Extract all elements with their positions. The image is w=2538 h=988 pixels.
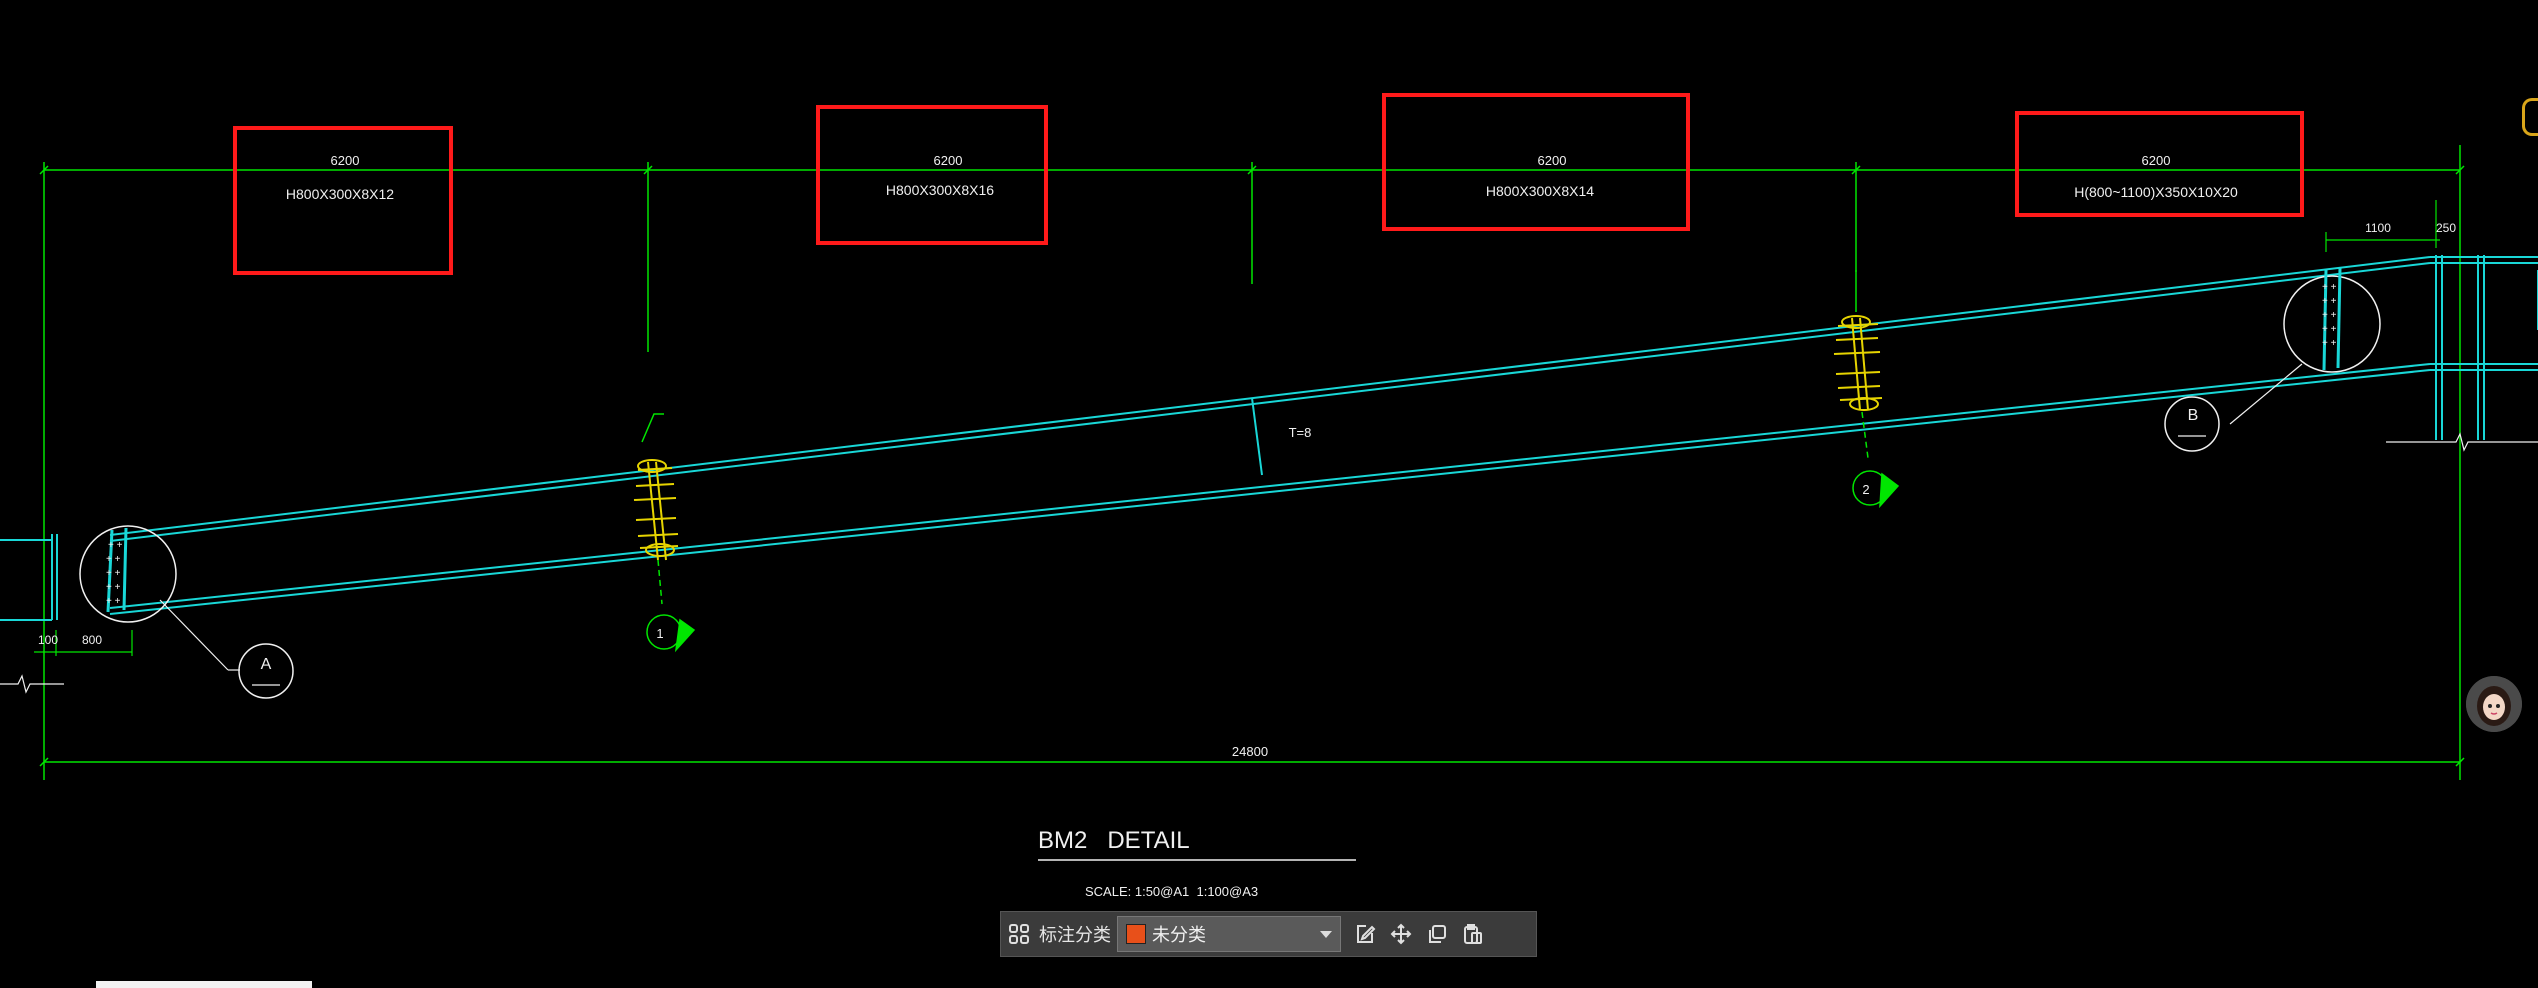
grid-menu-button[interactable]	[1001, 916, 1037, 952]
right-dim-2: 250	[2436, 221, 2456, 235]
avatar-icon	[2466, 676, 2522, 732]
annotation-toolbar: 标注分类 未分类	[1000, 911, 1537, 957]
annotation-category-label: 标注分类	[1039, 925, 1111, 946]
paste-button[interactable]	[1455, 916, 1491, 952]
span-text-1: 6200	[331, 153, 360, 168]
section-cut-2	[1852, 270, 1900, 509]
right-break-line	[2386, 432, 2538, 452]
category-select-value: 未分类	[1152, 925, 1206, 946]
detail-label-b: B	[2188, 407, 2199, 424]
highlight-box-2	[816, 105, 1048, 245]
paste-icon	[1464, 924, 1482, 944]
move-button[interactable]	[1383, 916, 1419, 952]
category-select[interactable]: 未分类	[1117, 916, 1341, 952]
assistant-avatar[interactable]	[2466, 676, 2522, 732]
svg-text:+ +: + +	[2322, 310, 2337, 321]
svg-text:+ +: + +	[2322, 338, 2337, 349]
svg-text:+ +: + +	[106, 554, 121, 565]
svg-text:+ +: + +	[2322, 282, 2337, 293]
section-cut-1	[641, 413, 696, 653]
copy-button[interactable]	[1419, 916, 1455, 952]
section-label-1: H800X300X8X12	[286, 186, 394, 202]
total-span-text: 24800	[1232, 744, 1268, 759]
bottom-status-strip	[96, 981, 312, 988]
section-label-4: H(800~1100)X350X10X20	[2074, 184, 2238, 200]
chevron-down-icon	[1320, 931, 1332, 938]
category-color-swatch	[1126, 924, 1146, 944]
span-text-4: 6200	[2142, 153, 2171, 168]
svg-text:+ +: + +	[106, 568, 121, 579]
highlight-box-3	[1382, 93, 1690, 231]
copy-icon	[1429, 925, 1446, 943]
grid-icon	[1009, 924, 1029, 944]
drawing-title: BM2 DETAIL	[1038, 827, 1190, 854]
section-mark-2: 2	[1862, 482, 1869, 497]
detail-label-a: A	[261, 656, 272, 673]
svg-text:+ +: + +	[106, 596, 121, 607]
bottom-dimension-line	[39, 757, 2465, 767]
move-icon	[1390, 923, 1412, 945]
top-right-partial-icon[interactable]	[2522, 98, 2538, 136]
left-dim-1: 100	[38, 633, 58, 647]
svg-text:+ +: + +	[106, 582, 121, 593]
highlight-boxes	[233, 93, 2304, 275]
right-dim-1: 1100	[2365, 221, 2391, 235]
edit-button[interactable]	[1347, 916, 1383, 952]
section-label-3: H800X300X8X14	[1486, 183, 1594, 199]
top-dimension-line	[39, 145, 2465, 780]
svg-text:+ +: + +	[2322, 296, 2337, 307]
span-text-2: 6200	[934, 153, 963, 168]
section-label-2: H800X300X8X16	[886, 182, 994, 198]
svg-text:+ +: + +	[108, 540, 123, 551]
plate-label: T=8	[1289, 425, 1312, 440]
cad-canvas[interactable]: 6200 6200 6200 6200 H800X300X8X12 H800X3…	[0, 0, 2538, 988]
edit-icon	[1357, 925, 1376, 943]
section-mark-1: 1	[656, 626, 663, 641]
left-break-line	[0, 674, 64, 694]
left-dim-2: 800	[82, 633, 102, 647]
svg-text:+ +: + +	[2322, 324, 2337, 335]
span-text-3: 6200	[1538, 153, 1567, 168]
scale-text: SCALE: 1:50@A1 1:100@A3	[1085, 884, 1258, 899]
beam	[0, 255, 2538, 621]
